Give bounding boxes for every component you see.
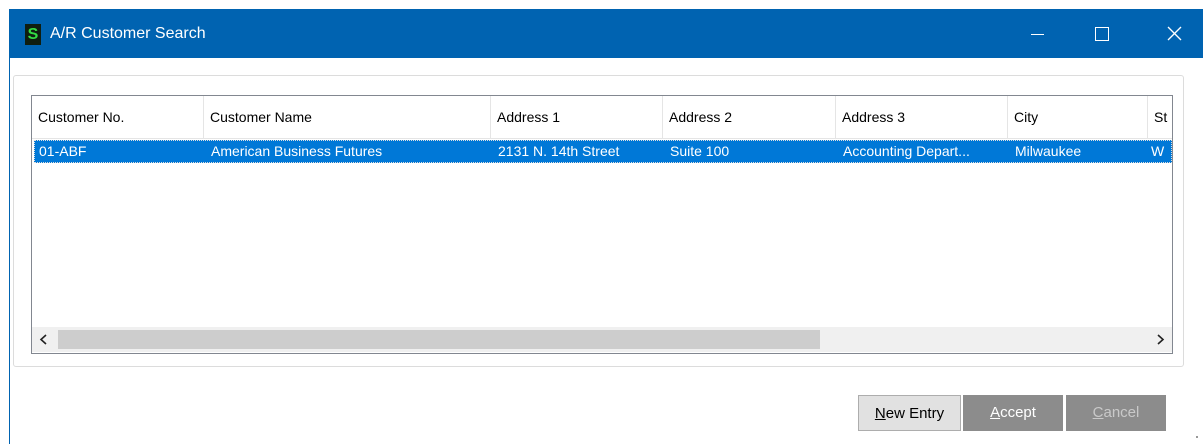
column-header-state[interactable]: St	[1148, 96, 1172, 139]
customer-search-window: S A/R Customer Search Customer No. Custo…	[0, 0, 1203, 444]
new-entry-button[interactable]: New Entry	[858, 395, 961, 431]
resize-grip[interactable]	[1196, 436, 1198, 438]
scroll-left-button[interactable]	[32, 327, 56, 352]
cancel-label: ancel	[1103, 404, 1140, 421]
chevron-right-icon	[1157, 334, 1165, 345]
grid-header: Customer No. Customer Name Address 1 Add…	[32, 96, 1172, 139]
customer-grid[interactable]: Customer No. Customer Name Address 1 Add…	[31, 95, 1173, 354]
maximize-icon	[1095, 27, 1109, 41]
maximize-button[interactable]	[1077, 9, 1127, 58]
accept-mnemonic: A	[990, 404, 1001, 421]
column-header-address-2[interactable]: Address 2	[663, 96, 836, 139]
sage-s-icon: S	[25, 24, 41, 45]
chevron-left-icon	[39, 334, 47, 345]
column-header-customer-no[interactable]: Customer No.	[32, 96, 204, 139]
close-icon	[1167, 26, 1182, 41]
cell-address-2: Suite 100	[670, 143, 730, 159]
cell-customer-no: 01-ABF	[39, 143, 87, 159]
new-entry-label: ew Entry	[885, 405, 945, 422]
minimize-icon	[1031, 34, 1044, 35]
cancel-button[interactable]: Cancel	[1066, 395, 1166, 431]
cell-address-1: 2131 N. 14th Street	[498, 143, 620, 159]
scroll-right-button[interactable]	[1148, 327, 1172, 352]
accept-label: ccept	[1000, 404, 1036, 421]
close-button[interactable]	[1149, 9, 1199, 58]
window-border	[9, 58, 10, 444]
column-header-city[interactable]: City	[1008, 96, 1148, 139]
horizontal-scrollbar[interactable]	[32, 327, 1172, 352]
cell-address-3: Accounting Depart...	[843, 143, 970, 159]
cancel-mnemonic: C	[1092, 404, 1104, 421]
column-header-address-3[interactable]: Address 3	[836, 96, 1008, 139]
window-title: A/R Customer Search	[50, 25, 206, 42]
scroll-thumb[interactable]	[58, 330, 820, 349]
minimize-button[interactable]	[1013, 9, 1063, 58]
cell-state: W	[1151, 143, 1165, 159]
table-row[interactable]: 01-ABF American Business Futures 2131 N.…	[34, 140, 1172, 163]
cell-city: Milwaukee	[1015, 143, 1082, 159]
accept-button[interactable]: Accept	[963, 395, 1063, 431]
column-header-address-1[interactable]: Address 1	[491, 96, 663, 139]
title-bar[interactable]: S A/R Customer Search	[9, 9, 1203, 58]
column-header-customer-name[interactable]: Customer Name	[204, 96, 491, 139]
cell-customer-name: American Business Futures	[211, 143, 383, 159]
new-entry-mnemonic: N	[874, 405, 886, 422]
